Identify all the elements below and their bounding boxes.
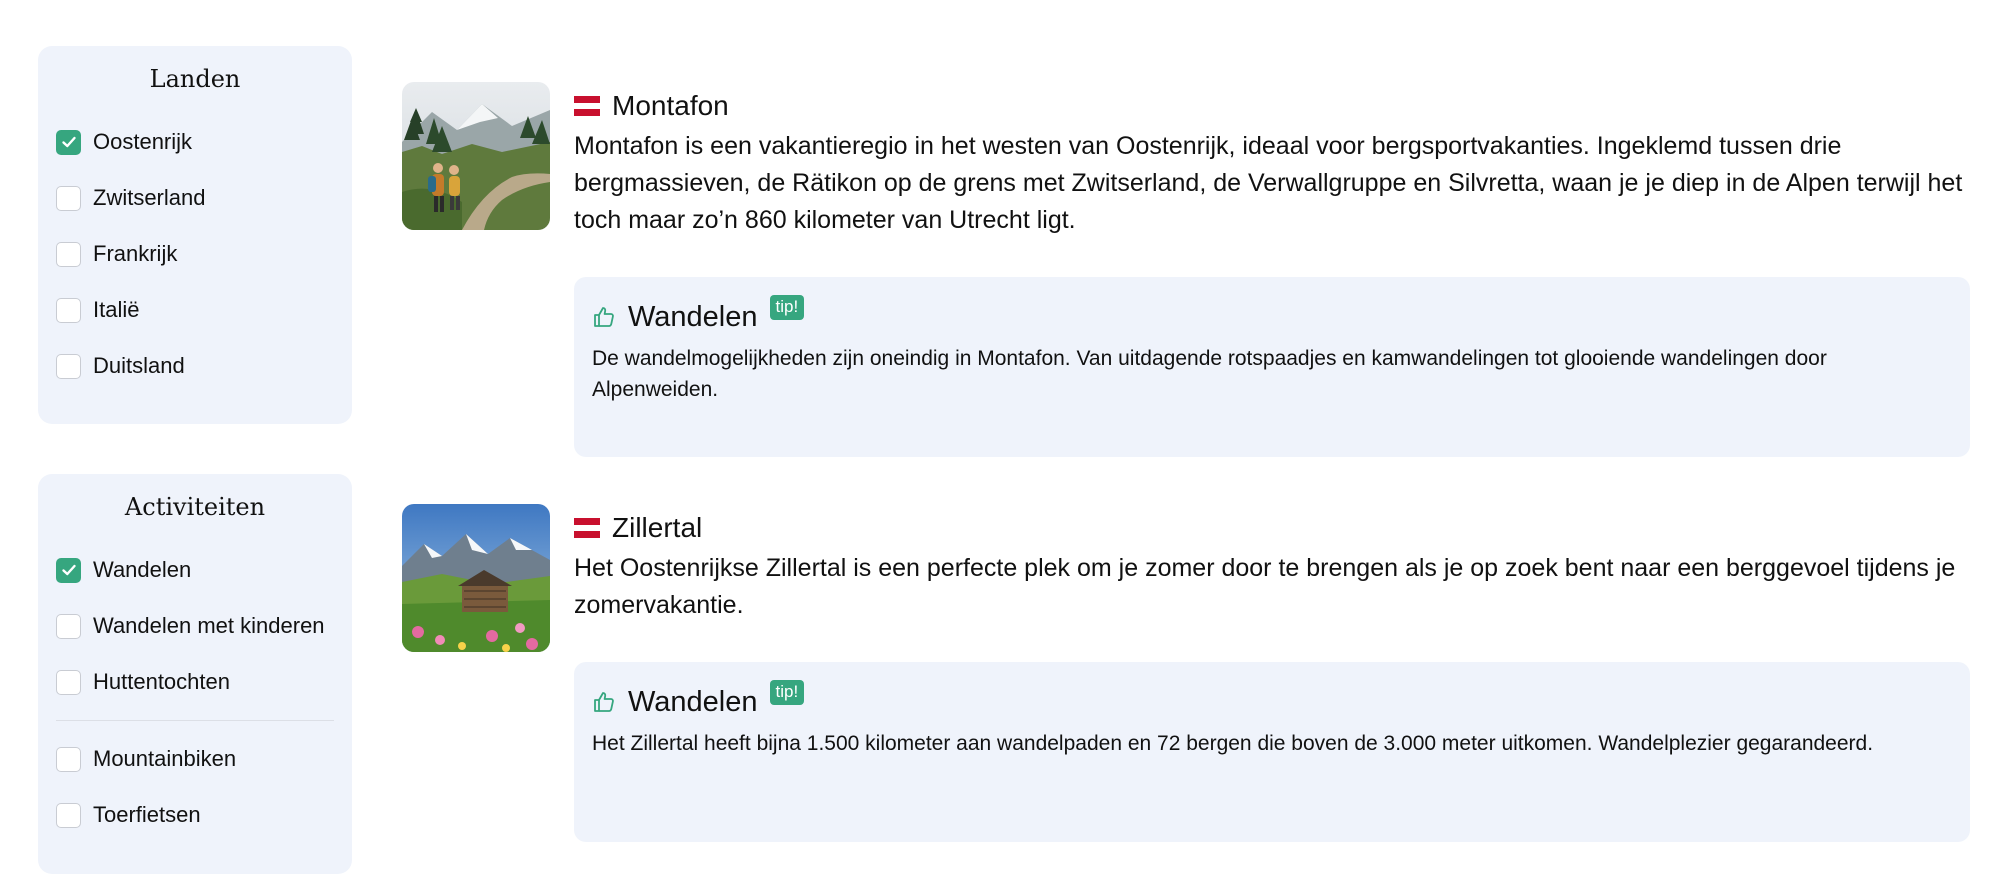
countries-filter-title: Landen: [149, 65, 241, 93]
destination-thumbnail[interactable]: [402, 504, 550, 652]
checkbox[interactable]: [56, 241, 81, 267]
checkmark-icon: [61, 136, 76, 148]
thumbs-up-icon: [594, 692, 614, 712]
tip-text: Het Zillertal heeft bijna 1.500 kilomete…: [592, 732, 1874, 755]
activities-filter-list: Wandelen Wandelen met kinderen Huttentoc…: [38, 542, 352, 843]
filter-option-label: Wandelen: [93, 557, 192, 582]
countries-filter-list: Oostenrijk Zwitserland Frankrijk Italië …: [38, 114, 352, 394]
checkbox[interactable]: [56, 802, 81, 828]
tip-box: Wandelen tip! De wandelmogelijkheden zij…: [574, 277, 1970, 457]
thumbs-up-icon: [594, 307, 614, 327]
filter-option-label: Toerfietsen: [93, 802, 201, 827]
filter-option-duitsland[interactable]: Duitsland: [56, 338, 334, 394]
result-title[interactable]: Zillertal: [612, 512, 702, 544]
filter-option-label: Huttentochten: [93, 669, 230, 694]
filter-option-label: Wandelen met kinderen: [93, 613, 325, 638]
destination-thumbnail[interactable]: [402, 82, 550, 230]
checkbox[interactable]: [56, 185, 81, 211]
filter-option-label: Duitsland: [93, 353, 185, 378]
checkbox-checked[interactable]: [56, 557, 81, 583]
checkbox[interactable]: [56, 353, 81, 379]
countries-filter-card: Landen Oostenrijk Zwitserland Frankrijk …: [38, 46, 352, 424]
checkbox[interactable]: [56, 669, 81, 695]
activities-filter-title: Activiteiten: [124, 493, 266, 521]
filter-option-toerfietsen[interactable]: Toerfietsen: [56, 787, 334, 843]
filter-option-frankrijk[interactable]: Frankrijk: [56, 226, 334, 282]
filter-option-mountainbiken[interactable]: Mountainbiken: [56, 731, 334, 787]
tip-badge: tip!: [769, 680, 805, 705]
checkbox[interactable]: [56, 613, 81, 639]
filter-option-label: Frankrijk: [93, 241, 178, 266]
filter-option-zwitserland[interactable]: Zwitserland: [56, 170, 334, 226]
result-description: Montafon is een vakantieregio in het wes…: [574, 132, 1963, 234]
filter-option-label: Oostenrijk: [93, 129, 193, 154]
activities-filter-card: Activiteiten Wandelen Wandelen met kinde…: [38, 474, 352, 874]
result-title-row: Montafon: [574, 84, 1970, 128]
filter-option-huttentochten[interactable]: Huttentochten: [56, 654, 334, 710]
mountain-hikers-image: [402, 82, 550, 230]
result-title[interactable]: Montafon: [612, 90, 729, 122]
tip-title: Wandelen: [628, 300, 758, 333]
alpine-hut-image: [402, 504, 550, 652]
result-content: Montafon Montafon is een vakantieregio i…: [574, 82, 1970, 457]
checkbox-checked[interactable]: [56, 129, 81, 155]
result-description: Het Oostenrijkse Zillertal is een perfec…: [574, 554, 1956, 619]
filter-divider: [56, 720, 334, 721]
filter-option-wandelen-met-kinderen[interactable]: Wandelen met kinderen: [56, 598, 334, 654]
checkbox[interactable]: [56, 297, 81, 323]
filter-option-wandelen[interactable]: Wandelen: [56, 542, 334, 598]
checkmark-icon: [61, 564, 76, 576]
tip-header: Wandelen tip!: [592, 295, 1952, 339]
tip-header: Wandelen tip!: [592, 680, 1952, 724]
checkbox[interactable]: [56, 746, 81, 772]
filter-option-label: Zwitserland: [93, 185, 206, 210]
tip-title: Wandelen: [628, 685, 758, 718]
filter-option-italie[interactable]: Italië: [56, 282, 334, 338]
filter-option-oostenrijk[interactable]: Oostenrijk: [56, 114, 334, 170]
austria-flag-icon: [574, 96, 600, 117]
filter-option-label: Mountainbiken: [93, 746, 237, 771]
austria-flag-icon: [574, 518, 600, 539]
tip-text: De wandelmogelijkheden zijn oneindig in …: [592, 347, 1827, 401]
result-content: Zillertal Het Oostenrijkse Zillertal is …: [574, 504, 1970, 842]
filter-option-label: Italië: [93, 297, 140, 322]
tip-box: Wandelen tip! Het Zillertal heeft bijna …: [574, 662, 1970, 842]
result-title-row: Zillertal: [574, 506, 1970, 550]
tip-badge: tip!: [769, 295, 805, 320]
